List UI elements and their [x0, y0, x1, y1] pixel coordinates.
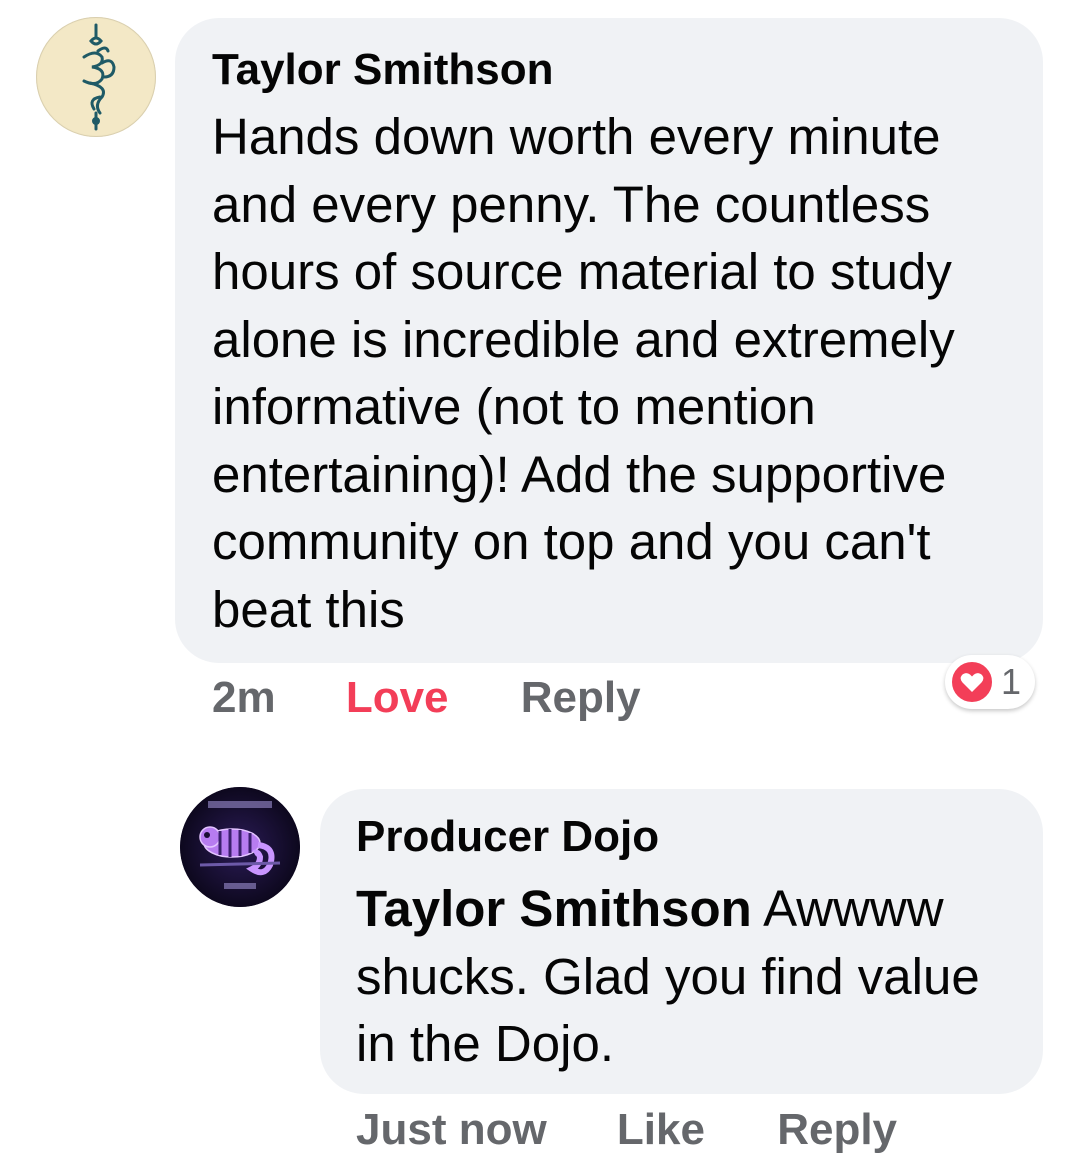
mention-link[interactable]: Taylor Smithson [356, 880, 752, 937]
reply-reply-button[interactable]: Reply [777, 1102, 897, 1158]
chameleon-artwork-icon [180, 787, 300, 907]
comment-bubble: Taylor Smithson Hands down worth every m… [175, 18, 1043, 663]
comment-timestamp[interactable]: 2m [212, 670, 276, 726]
comment-actions: 2m Love Reply [212, 670, 641, 726]
reply-text: Taylor Smithson Awwww shucks. Glad you f… [356, 875, 1016, 1078]
reaction-summary[interactable]: 1 [945, 655, 1036, 709]
reply-author[interactable]: Producer Dojo [356, 811, 659, 863]
comment-text: Hands down worth every minute and every … [212, 108, 955, 638]
reply-button[interactable]: Reply [521, 670, 641, 726]
heart-icon [950, 660, 994, 704]
like-button[interactable]: Like [617, 1102, 705, 1158]
avatar-producer-dojo[interactable] [180, 787, 300, 907]
reply-actions: Just now Like Reply [356, 1102, 897, 1158]
reaction-count: 1 [1001, 661, 1022, 702]
love-reaction-button[interactable]: Love [346, 670, 449, 726]
reply-bubble: Producer Dojo Taylor Smithson Awwww shuc… [320, 789, 1043, 1094]
om-symbol-icon [38, 19, 154, 135]
avatar-taylor-smithson[interactable] [36, 17, 156, 137]
reply-timestamp[interactable]: Just now [356, 1102, 547, 1158]
comment-author[interactable]: Taylor Smithson [212, 44, 553, 96]
